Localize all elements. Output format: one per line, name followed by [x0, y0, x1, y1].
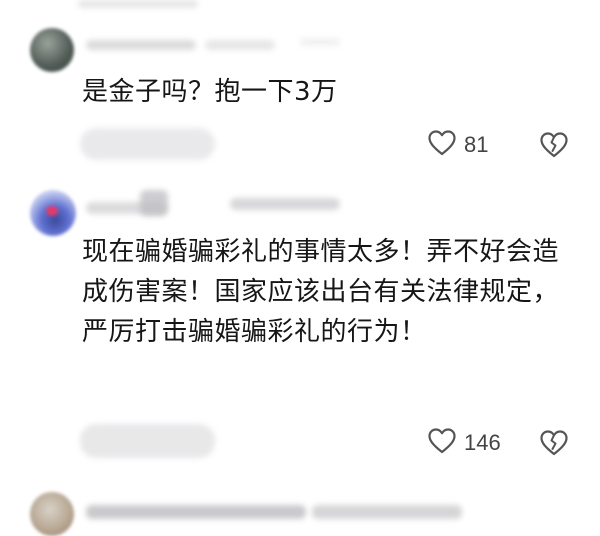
- heart-icon: [428, 130, 456, 160]
- reply-button-blurred[interactable]: [80, 424, 215, 458]
- reply-button-blurred[interactable]: [80, 128, 215, 160]
- like-count: 146: [464, 430, 501, 455]
- broken-heart-icon: [540, 132, 568, 162]
- meta-blurred: [300, 38, 340, 46]
- username-blurred: [140, 190, 168, 216]
- comment-text: 现在骗婚骗彩礼的事情太多！弄不好会造成伤害案！国家应该出台有关法律规定，严厉打击…: [82, 237, 560, 347]
- heart-icon: [428, 428, 456, 458]
- dislike-button[interactable]: [540, 132, 568, 162]
- comment-feed: 是金子吗？抱一下3万 81 现在骗婚骗彩礼的事情太多！弄不好会造成伤害案！国家应…: [0, 0, 600, 536]
- username-blurred[interactable]: [86, 40, 196, 50]
- meta-blurred: [230, 198, 340, 210]
- like-button[interactable]: 146: [428, 428, 501, 458]
- avatar[interactable]: [30, 28, 74, 72]
- comment-text: 是金子吗？抱一下3万: [82, 77, 338, 107]
- like-count: 81: [464, 132, 489, 157]
- previous-reply-blur: [78, 0, 198, 8]
- avatar[interactable]: [30, 190, 76, 236]
- meta-blurred: [205, 40, 275, 50]
- username-blurred[interactable]: [86, 505, 306, 519]
- meta-blurred: [312, 505, 462, 519]
- broken-heart-icon: [540, 430, 568, 460]
- dislike-button[interactable]: [540, 430, 568, 460]
- like-button[interactable]: 81: [428, 130, 488, 160]
- avatar[interactable]: [30, 492, 74, 536]
